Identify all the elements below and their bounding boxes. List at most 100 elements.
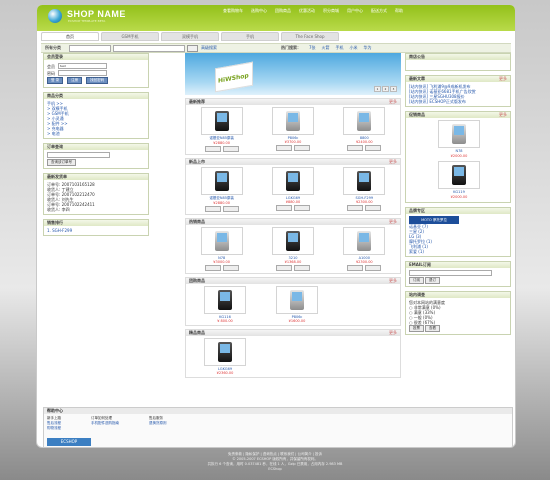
product-card[interactable]: P806c ¥1600.00 — [266, 286, 328, 323]
product-card[interactable]: LGKG69 ¥880.00 — [262, 167, 324, 212]
favorite-button[interactable] — [365, 205, 382, 211]
product-image[interactable] — [438, 120, 480, 148]
favorite-button[interactable] — [365, 145, 382, 151]
news-link[interactable]: [站内快讯] ECSHOP正式版发布 — [409, 99, 507, 104]
hot-link[interactable]: 小米 — [350, 45, 358, 51]
unsubscribe-button[interactable]: 退订 — [425, 277, 440, 284]
help-link[interactable]: 手机配件选购指南 — [91, 421, 119, 426]
favorite-button[interactable] — [293, 145, 310, 151]
product-image[interactable] — [343, 227, 386, 255]
favorite-button[interactable] — [222, 206, 239, 212]
password-field[interactable] — [58, 70, 107, 76]
order-query-button[interactable]: 查询该订单号 — [47, 159, 76, 166]
brand-logo[interactable]: MOTO 摩托罗拉 — [409, 216, 459, 224]
tab-home[interactable]: 首页 — [41, 32, 99, 41]
buy-button[interactable] — [347, 145, 364, 151]
product-image[interactable] — [276, 286, 318, 314]
top-nav-link[interactable]: 积分商城 — [323, 8, 339, 14]
top-nav-link[interactable]: 优惠活动 — [299, 8, 315, 14]
more-link[interactable]: 更多 — [389, 159, 397, 165]
more-link[interactable]: 更多 — [389, 330, 397, 336]
buy-button[interactable] — [347, 205, 364, 211]
product-image[interactable] — [204, 338, 246, 366]
username-field[interactable]: test — [58, 63, 107, 69]
favorite-button[interactable] — [222, 265, 239, 271]
advanced-search-link[interactable]: 高级搜索 — [201, 45, 217, 51]
tab-faceshop[interactable]: The Face Shop — [281, 32, 339, 41]
search-category-select[interactable] — [69, 45, 111, 52]
vote-button[interactable]: 投票 — [409, 325, 424, 332]
favorite-button[interactable] — [293, 205, 310, 211]
product-image[interactable] — [271, 167, 314, 195]
hot-link[interactable]: 火箭 — [322, 45, 330, 51]
favorite-button[interactable] — [222, 146, 239, 152]
favorite-button[interactable] — [365, 265, 382, 271]
product-card[interactable]: KG116 ¥ 800.00 — [194, 286, 256, 323]
forgot-password-button[interactable]: 找回密码 — [86, 77, 109, 84]
hot-link[interactable]: 华为 — [364, 45, 372, 51]
product-card[interactable]: SGH-F299 ¥2300.00 — [333, 167, 395, 212]
favorite-button[interactable] — [293, 265, 310, 271]
login-button[interactable]: 登 录 — [47, 77, 64, 84]
tab-dual[interactable]: 双模手机 — [161, 32, 219, 41]
buy-button[interactable] — [275, 265, 292, 271]
product-image[interactable] — [343, 167, 386, 195]
hot-link[interactable]: 手机 — [336, 45, 344, 51]
product-card[interactable]: N78 ¥2000.00 — [409, 120, 509, 159]
search-input[interactable] — [113, 45, 185, 52]
product-image[interactable] — [200, 167, 243, 195]
view-results-button[interactable]: 查看 — [425, 325, 440, 332]
buy-button[interactable] — [204, 146, 221, 152]
buy-button[interactable] — [347, 265, 364, 271]
top-nav-link[interactable]: 配送方式 — [371, 8, 387, 14]
banner-page-button[interactable]: 3 — [390, 86, 397, 92]
top-nav-link[interactable]: 用户中心 — [347, 8, 363, 14]
product-card[interactable]: KG119 ¥2000.00 — [409, 161, 509, 200]
brand-link[interactable]: 索爱 (1) — [409, 249, 507, 254]
hot-link[interactable]: 7张 — [309, 45, 316, 51]
category-link[interactable]: > 电池 — [47, 131, 145, 136]
ecshop-logo[interactable]: ECSHOP — [47, 438, 91, 446]
product-image[interactable] — [343, 107, 386, 135]
promo-banner[interactable]: HiWShop 1 2 3 — [185, 53, 401, 95]
top-sales-item[interactable]: 1. SGH-F299 — [47, 228, 145, 233]
more-link[interactable]: 更多 — [389, 278, 397, 284]
banner-page-button[interactable]: 1 — [374, 86, 381, 92]
product-card[interactable]: 3210 ¥1368.00 — [262, 227, 324, 271]
more-link[interactable]: 更多 — [389, 219, 397, 225]
product-card[interactable]: P806c ¥3700.00 — [262, 107, 324, 152]
subscribe-button[interactable]: 订阅 — [409, 277, 424, 284]
top-nav-link[interactable]: 查看购物车 — [223, 8, 243, 14]
product-image[interactable] — [438, 161, 480, 189]
product-image[interactable] — [271, 227, 314, 255]
tab-gsm[interactable]: GSM手机 — [101, 32, 159, 41]
buy-button[interactable] — [204, 265, 221, 271]
buy-button[interactable] — [275, 205, 292, 211]
product-card[interactable]: LGKG69 ¥2360.00 — [194, 338, 256, 375]
more-link[interactable]: 更多 — [499, 112, 507, 118]
buy-button[interactable] — [275, 145, 292, 151]
buy-button[interactable] — [204, 206, 221, 212]
register-button[interactable]: 注册 — [67, 77, 83, 84]
product-card[interactable]: 8800 ¥2400.00 — [333, 107, 395, 152]
top-nav-link[interactable]: 团购商品 — [275, 8, 291, 14]
tab-phone[interactable]: 手机 — [221, 32, 279, 41]
product-card[interactable]: A1000 ¥2300.00 — [333, 227, 395, 271]
email-field[interactable] — [409, 270, 492, 276]
help-link[interactable]: 退换货原则 — [149, 421, 167, 426]
product-image[interactable] — [271, 107, 314, 135]
brand-name[interactable]: SHOP NAME — [67, 9, 126, 19]
help-link[interactable]: 购物流程 — [47, 426, 61, 431]
search-button[interactable] — [187, 45, 198, 52]
more-link[interactable]: 更多 — [499, 76, 507, 82]
banner-page-button[interactable]: 2 — [382, 86, 389, 92]
top-nav-link[interactable]: 帮助 — [395, 8, 403, 14]
product-card[interactable]: N78 ¥3000.00 — [191, 227, 253, 271]
product-card[interactable]: 诺基亚N85原装 ¥2880.00 — [191, 167, 253, 212]
product-image[interactable] — [200, 227, 243, 255]
top-nav-link[interactable]: 选购中心 — [251, 8, 267, 14]
product-image[interactable] — [204, 286, 246, 314]
product-image[interactable] — [200, 107, 243, 135]
more-link[interactable]: 更多 — [389, 99, 397, 105]
product-card[interactable]: 诺基亚N85原装 ¥2880.00 — [191, 107, 253, 152]
